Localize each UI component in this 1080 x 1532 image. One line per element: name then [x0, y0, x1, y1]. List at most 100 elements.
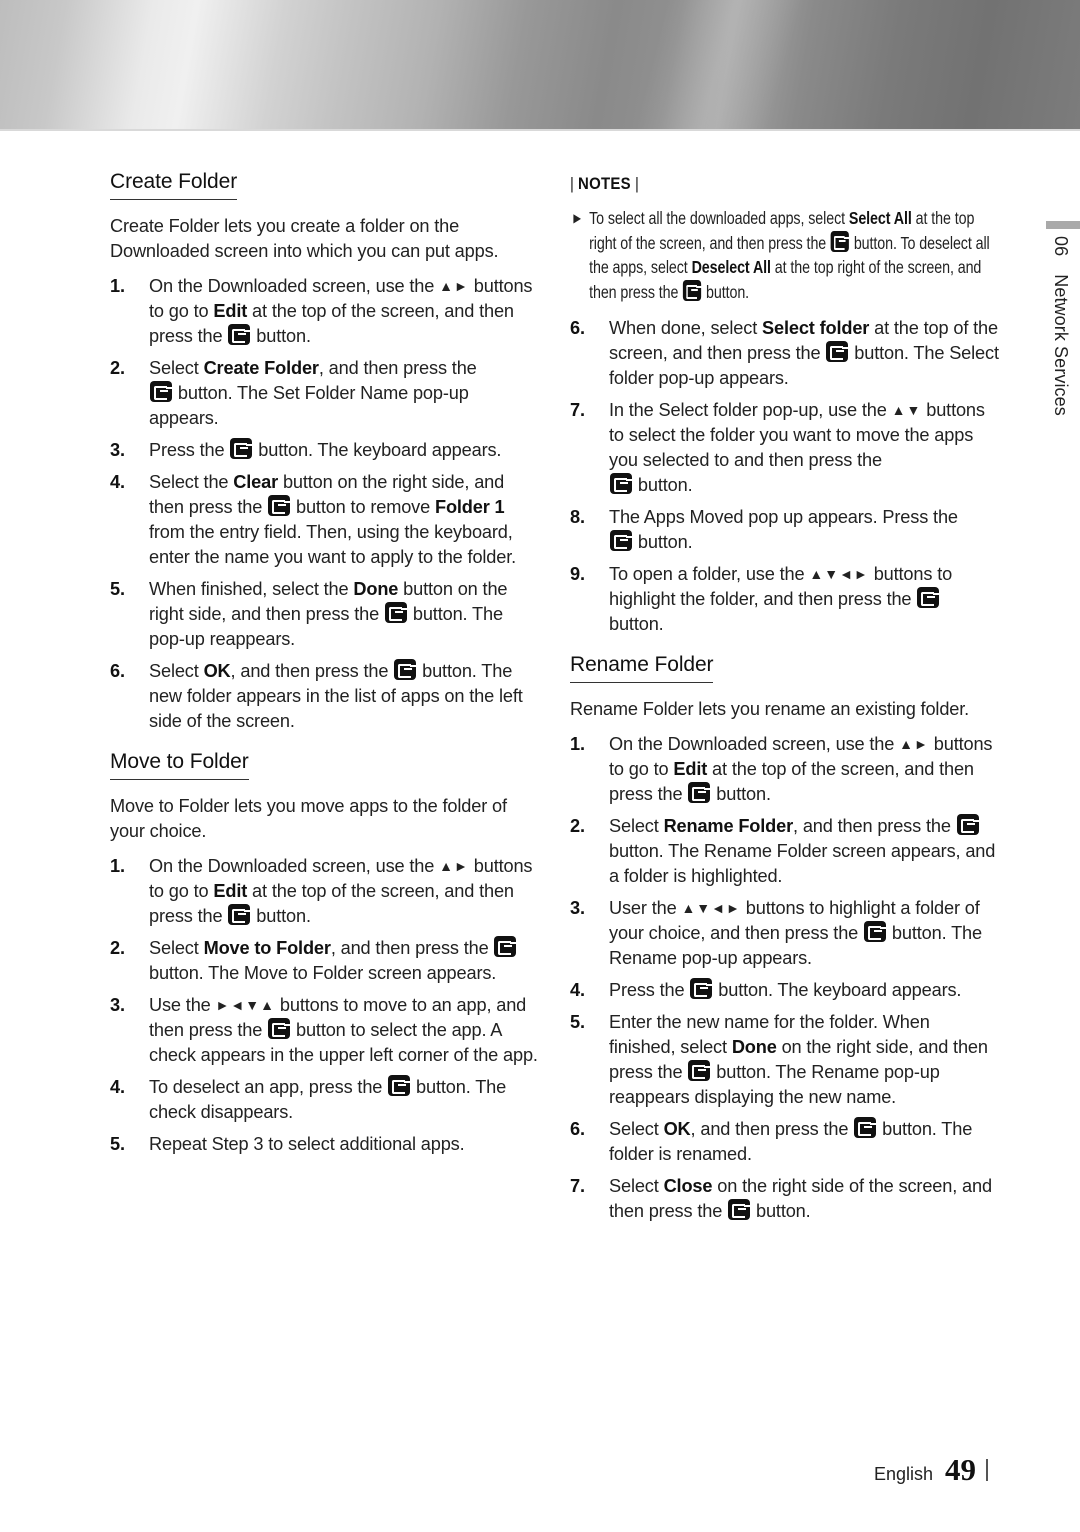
step-item: 5. Repeat Step 3 to select additional app…	[110, 1132, 540, 1157]
step-text: To deselect an app, press the	[149, 1077, 388, 1097]
enter-button-icon	[683, 279, 702, 301]
enter-button-icon	[854, 1117, 877, 1138]
up-right-arrows-icon: ▲►	[899, 736, 929, 752]
footer-language: English	[874, 1464, 934, 1484]
step-keyword: Edit	[213, 881, 248, 901]
step-text: button. The Move to Folder screen appear…	[149, 963, 497, 983]
step-number: 8.	[570, 507, 585, 527]
step-text: button.	[711, 784, 771, 804]
step-item: 3. User the ▲▼◄► buttons to highlight a f…	[570, 896, 1000, 971]
step-text: button.	[751, 1201, 811, 1221]
step-keyword: Done	[353, 579, 399, 599]
enter-button-icon	[688, 1060, 711, 1081]
section-intro: Rename Folder lets you rename an existin…	[570, 699, 970, 719]
step-item: 3. Press the button. The keyboard appears…	[110, 438, 540, 463]
enter-button-icon	[610, 473, 632, 494]
step-text: Use the	[149, 995, 216, 1015]
up-right-arrows-icon: ▲►	[439, 858, 469, 874]
step-text: The Apps Moved pop up appears. Press the	[609, 507, 958, 527]
footer-divider	[986, 1459, 988, 1481]
chapter-number: 06	[1051, 236, 1071, 257]
step-text: Select	[609, 1176, 664, 1196]
enter-button-icon	[394, 659, 417, 680]
chapter-title: Network Services	[1051, 274, 1071, 416]
step-item: 9. To open a folder, use the ▲▼◄► buttons…	[570, 562, 1000, 637]
step-keyword: Clear	[233, 472, 279, 492]
left-column: Create Folder Create Folder lets you cre…	[110, 170, 540, 1164]
enter-button-icon	[688, 782, 711, 803]
step-number: 2.	[110, 358, 125, 378]
chapter-tab-marker	[1046, 221, 1080, 229]
enter-button-icon	[917, 587, 940, 608]
step-text: To open a folder, use the	[609, 564, 810, 584]
step-item: 1. On the Downloaded screen, use the ▲► b…	[110, 274, 540, 349]
step-item: 5. When finished, select the Done button …	[110, 577, 540, 652]
section-title: Move to Folder	[110, 750, 249, 780]
step-keyword: OK	[203, 661, 231, 681]
step-item: 4. To deselect an app, press the button. …	[110, 1075, 540, 1125]
enter-button-icon	[690, 978, 713, 999]
direction-arrows-icon: ▲▼◄►	[681, 900, 741, 916]
step-number: 1.	[110, 856, 125, 876]
note-item: ▶ To select all the downloaded apps, sele…	[570, 206, 997, 304]
direction-arrows-icon: ►◄▼▲	[215, 997, 275, 1013]
step-item: 5. Enter the new name for the folder. Whe…	[570, 1010, 1000, 1110]
step-text: button. The Set Folder Name pop-up appea…	[149, 383, 469, 428]
step-keyword: Edit	[213, 301, 248, 321]
enter-button-icon	[864, 921, 887, 942]
enter-button-icon	[384, 602, 407, 623]
enter-button-icon	[268, 1018, 291, 1039]
step-text: Select	[149, 661, 204, 681]
direction-arrows-icon: ▲▼◄►	[809, 566, 869, 582]
step-text: button. The keyboard appears.	[713, 980, 962, 1000]
note-bullet-icon: ▶	[573, 211, 581, 225]
step-item: 3. Use the ►◄▼▲ buttons to move to an app…	[110, 993, 540, 1068]
enter-button-icon	[830, 230, 850, 252]
steps-list: 1. On the Downloaded screen, use the ▲► b…	[570, 732, 1000, 1224]
step-number: 6.	[110, 661, 125, 681]
step-text: button to remove	[291, 497, 435, 517]
step-text: On the Downloaded screen, use the	[149, 856, 440, 876]
step-text: On the Downloaded screen, use the	[149, 276, 440, 296]
chapter-side-label: 06 Network Services	[1050, 236, 1071, 416]
step-text: Select the	[149, 472, 234, 492]
note-keyword: Select All	[848, 208, 912, 228]
step-keyword: Folder 1	[434, 497, 505, 517]
step-number: 2.	[570, 816, 585, 836]
steps-list-continued: 6. When done, select Select folder at the…	[570, 316, 1000, 637]
note-text: button.	[702, 281, 750, 302]
step-number: 4.	[110, 1077, 125, 1097]
step-keyword: Rename Folder	[663, 816, 794, 836]
step-text: button.	[251, 906, 311, 926]
step-text: On the Downloaded screen, use the	[609, 734, 900, 754]
step-number: 4.	[570, 980, 585, 1000]
step-item: 4. Press the button. The keyboard appears…	[570, 978, 1000, 1003]
step-number: 1.	[570, 734, 585, 754]
step-item: 2. Select Create Folder, and then press t…	[110, 356, 540, 431]
step-item: 6. When done, select Select folder at the…	[570, 316, 1000, 391]
step-number: 5.	[110, 579, 125, 599]
step-item: 2. Select Move to Folder, and then press …	[110, 936, 540, 986]
step-number: 9.	[570, 564, 585, 584]
section-title: Create Folder	[110, 170, 237, 200]
step-item: 2. Select Rename Folder, and then press t…	[570, 814, 1000, 889]
step-number: 6.	[570, 318, 585, 338]
step-text: Press the	[149, 440, 230, 460]
enter-button-icon	[228, 324, 251, 345]
step-text: , and then press the	[230, 661, 394, 681]
header-banner	[0, 0, 1080, 131]
page-footer: English 49	[874, 1452, 988, 1488]
step-item: 7. Select Close on the right side of the …	[570, 1174, 1000, 1224]
enter-button-icon	[228, 904, 251, 925]
step-text: , and then press the	[318, 358, 477, 378]
step-number: 5.	[570, 1012, 585, 1032]
step-keyword: Close	[663, 1176, 713, 1196]
step-text: Press the	[609, 980, 690, 1000]
step-text: Select	[149, 938, 204, 958]
enter-button-icon	[268, 495, 291, 516]
note-text: To select all the downloaded apps, selec…	[589, 208, 849, 228]
step-number: 6.	[570, 1119, 585, 1139]
page-number: 49	[945, 1452, 977, 1487]
step-text: , and then press the	[793, 816, 956, 836]
step-text: button.	[633, 475, 693, 495]
